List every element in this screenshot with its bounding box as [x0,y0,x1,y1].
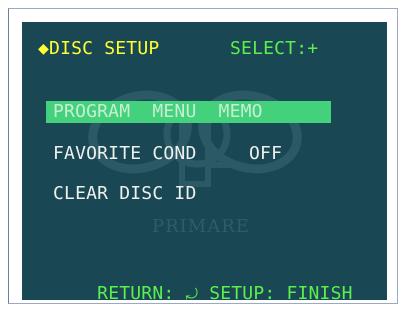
favorite-cond-value: OFF [249,143,283,164]
select-hint: SELECT:+ [230,38,319,59]
footer-hint: RETURN: ⤾ SETUP: FINISH [53,264,353,301]
footer-setup-label: SETUP: FINISH [198,283,353,301]
menu-item-clear-disc-id[interactable]: CLEAR DISC ID [53,184,196,204]
footer-return-label: RETURN: [97,283,186,301]
osd-screen: PRIMARE ◆DISC SETUP SELECT:+ PROGRAM MEN… [22,22,387,300]
menu-item-program-menu-memo[interactable]: PROGRAM MENU MEMO [53,102,263,122]
return-arrow-icon: ⤾ [185,285,199,300]
menu-item-favorite-cond[interactable]: FAVORITE COND [53,144,196,164]
screen-title: ◆DISC SETUP [38,38,160,59]
watermark-brand: PRIMARE [152,216,250,237]
